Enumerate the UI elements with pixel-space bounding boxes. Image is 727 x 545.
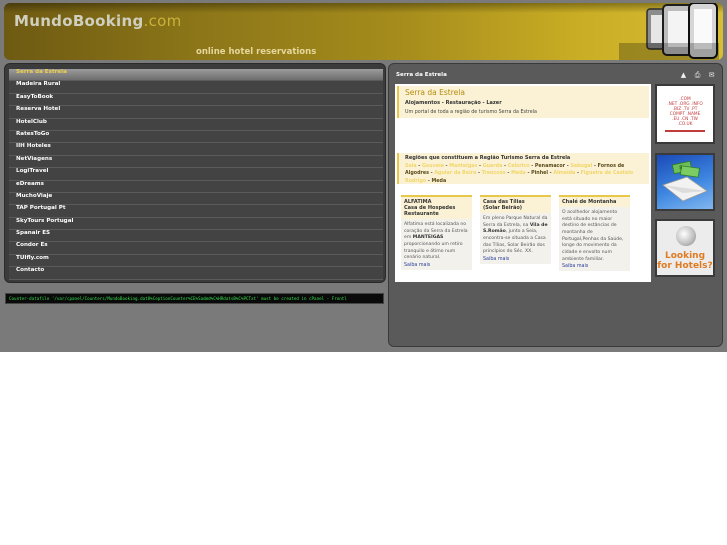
pdf-icon[interactable]: ▲ <box>679 71 688 79</box>
nav-item-iih-hoteles[interactable]: IIH Hoteles <box>9 143 383 156</box>
domain-item: .CO.UK <box>677 121 693 127</box>
regions-list: Seia - Gouveia - Manteigas - Guarda - Ce… <box>405 164 634 184</box>
nav-item-condor-es[interactable]: Condor Es <box>9 242 383 255</box>
hotel-box-art-icon <box>619 3 719 60</box>
card-casa-das-tilias: Casa das Tílias (Solar Beirão) Em pleno … <box>480 195 551 264</box>
nav-item-netviagens[interactable]: NetViagens <box>9 155 383 169</box>
region-link[interactable]: Meda <box>432 179 447 184</box>
card-title: Casa das Tílias (Solar Beirão) <box>480 195 551 213</box>
nav-item-contacto[interactable]: Contacto <box>9 267 383 280</box>
region-link[interactable]: Almeida <box>553 171 575 176</box>
looking-for-hotels-banner[interactable]: Looking for Hotels? <box>655 219 715 277</box>
domains-list: .COM .NET .ORG .INFO .BIZ .TV .PT COMPT .NA… <box>657 86 713 128</box>
nav-item-tuifly[interactable]: TUIfly.com <box>9 254 383 268</box>
region-link[interactable]: Trancoso <box>482 171 506 176</box>
site-header: MundoBooking.com online hotel reservatio… <box>4 3 723 60</box>
page: MundoBooking.com online hotel reservatio… <box>0 0 727 545</box>
regions-title: Regiões que constituem a Região Turismo … <box>405 155 571 161</box>
nav-item-logitravel[interactable]: LogiTravel <box>9 168 383 181</box>
intro-subtitle: Alojamentos - Restauração - Lazer <box>405 100 502 106</box>
left-panel: Serra da Estrela Madeira Rural EasyToBoo… <box>4 63 386 283</box>
globe-icon <box>676 226 696 246</box>
intro-description: Um portal de toda a região de turismo Se… <box>405 110 537 115</box>
money-envelope-icon: $ <box>662 160 708 202</box>
card-alfatima: ALFATIMA Casa de Hospedes Restaurante Al… <box>401 195 472 270</box>
logo-suffix: .com <box>143 12 182 30</box>
region-link[interactable]: Meda <box>511 171 526 176</box>
intro-box: Serra da Estrela Alojamentos - Restauraç… <box>397 86 649 118</box>
hotels-banner-text: Looking for Hotels? <box>657 251 713 271</box>
saiba-mais-link[interactable]: Saiba mais <box>401 263 472 270</box>
card-title: Chalé de Montanha <box>559 195 630 207</box>
svg-text:$: $ <box>679 165 682 171</box>
content-title: Serra da Estrela <box>396 72 447 78</box>
region-link[interactable]: Seia <box>405 164 417 169</box>
region-link[interactable]: Guarda <box>483 164 503 169</box>
sidebar-nav: Serra da Estrela Madeira Rural EasyToBoo… <box>9 69 383 280</box>
nav-item-reserva-hotel[interactable]: Reserva Hotel <box>9 106 383 119</box>
logo-main: MundoBooking <box>14 12 144 30</box>
nav-item-muchoviaje[interactable]: MuchoViaje <box>9 192 383 206</box>
nav-item-hotelclub[interactable]: HotelClub <box>9 118 383 131</box>
nav-item-edreams[interactable]: eDreams <box>9 180 383 193</box>
card-chale-de-montanha: Chalé de Montanha O acolhedor alojamento… <box>559 195 630 272</box>
money-banner[interactable]: $ <box>655 153 715 211</box>
regions-box: Regiões que constituem a Região Turismo … <box>397 153 649 184</box>
region-link[interactable]: Aguiar da Beira <box>434 171 476 176</box>
site-tagline: online hotel reservations <box>196 47 317 57</box>
region-link[interactable]: Sabugal <box>570 164 592 169</box>
card-title: ALFATIMA Casa de Hospedes Restaurante <box>401 195 472 219</box>
nav-item-serra-da-estrela[interactable]: Serra da Estrela <box>9 69 383 82</box>
region-link[interactable]: Gouveia <box>422 164 444 169</box>
nav-item-ratestogo[interactable]: RatesToGo <box>9 130 383 144</box>
right-panel: Serra da Estrela ▲ ⎙ ✉ Serra da Estrela … <box>388 63 723 347</box>
region-link[interactable]: Manteigas <box>449 164 477 169</box>
region-link[interactable]: Penamacor <box>535 164 565 169</box>
email-icon[interactable]: ✉ <box>707 71 716 79</box>
site-logo[interactable]: MundoBooking.com <box>14 12 182 30</box>
nav-item-easytobook[interactable]: EasyToBook <box>9 93 383 107</box>
nav-item-madeira-rural[interactable]: Madeira Rural <box>9 81 383 94</box>
card-bold: MANTEIGAS <box>412 235 444 241</box>
card-text: O acolhedor alojamento está situado no m… <box>562 210 624 262</box>
saiba-mais-link[interactable]: Saiba mais <box>480 257 551 264</box>
print-icon[interactable]: ⎙ <box>693 71 702 79</box>
content-area: Serra da Estrela Alojamentos - Restauraç… <box>395 84 651 282</box>
region-link[interactable]: Pinhel <box>531 171 548 176</box>
nav-item-tap-portugal[interactable]: TAP Portugal Pt <box>9 205 383 218</box>
nav-item-spanair-es[interactable]: Spanair ES <box>9 230 383 243</box>
card-text-after: proporcionando um retiro tranquilo e óti… <box>404 241 463 261</box>
domains-banner[interactable]: .COM .NET .ORG .INFO .BIZ .TV .PT COMPT .NA… <box>655 84 715 144</box>
region-link[interactable]: Celorico <box>508 164 530 169</box>
saiba-mais-link[interactable]: Saiba mais <box>559 264 630 271</box>
counter-error-bar: Counter-datafile '/var/cpanel/Counters/M… <box>5 293 384 304</box>
intro-title: Serra da Estrela <box>405 88 465 97</box>
nav-item-skytours-portugal[interactable]: SkyTours Portugal <box>9 217 383 231</box>
